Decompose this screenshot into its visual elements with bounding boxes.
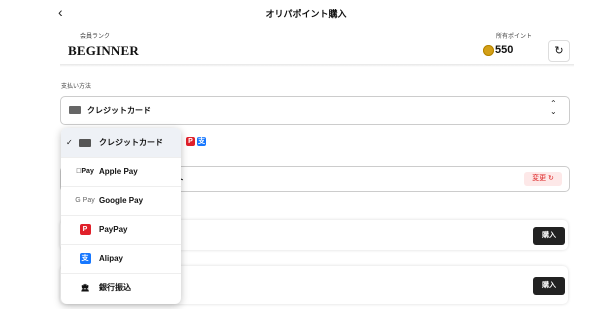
option-alipay[interactable]: 支 Alipay bbox=[61, 244, 181, 274]
page-title: オリパポイント購入 bbox=[265, 9, 347, 19]
alipay-icon: 支 bbox=[79, 253, 91, 264]
paypay-mini-icon: P bbox=[186, 137, 195, 146]
change-button[interactable]: 変更 ↻ bbox=[524, 172, 562, 186]
payment-selected: クレジットカード bbox=[87, 106, 151, 115]
check-icon: ✓ bbox=[66, 138, 73, 147]
option-apple-pay[interactable]: Pay Apple Pay bbox=[61, 157, 181, 187]
points-label: 所有ポイント bbox=[496, 34, 533, 40]
option-bank-transfer[interactable]: 🏛 銀行振込 bbox=[61, 273, 181, 302]
paypay-icon: P bbox=[75, 224, 95, 236]
credit-card-icon bbox=[69, 106, 81, 114]
buy-button[interactable]: 購入 bbox=[533, 227, 565, 245]
credit-card-icon bbox=[75, 137, 95, 149]
points-value: 550 bbox=[495, 44, 514, 56]
option-google-pay[interactable]: G Pay Google Pay bbox=[61, 186, 181, 216]
rank-label: 会員ランク bbox=[80, 34, 111, 40]
payment-mini-icons: P支 bbox=[186, 130, 208, 148]
payment-label: 支払い方法 bbox=[61, 84, 92, 90]
refresh-icon: ↻ bbox=[548, 175, 554, 182]
refresh-button[interactable]: ↻ bbox=[548, 40, 570, 62]
bank-icon: 🏛 bbox=[80, 284, 90, 292]
payment-dropdown-menu: ✓ クレジットカード Pay Apple Pay G Pay Google P… bbox=[61, 128, 181, 304]
google-pay-icon: G Pay bbox=[75, 197, 95, 204]
buy-button[interactable]: 購入 bbox=[533, 277, 565, 295]
coin-icon bbox=[483, 45, 494, 56]
alipay-mini-icon: 支 bbox=[197, 137, 206, 146]
option-paypay[interactable]: P PayPay bbox=[61, 215, 181, 245]
chevron-updown-icon: ⌃ ⌄ bbox=[550, 99, 557, 116]
rank-name: BEGINNER bbox=[68, 43, 139, 58]
apple-pay-icon: Pay bbox=[76, 168, 94, 175]
refresh-icon: ↻ bbox=[554, 45, 564, 57]
divider bbox=[60, 64, 574, 67]
option-credit-card[interactable]: ✓ クレジットカード bbox=[61, 128, 181, 158]
